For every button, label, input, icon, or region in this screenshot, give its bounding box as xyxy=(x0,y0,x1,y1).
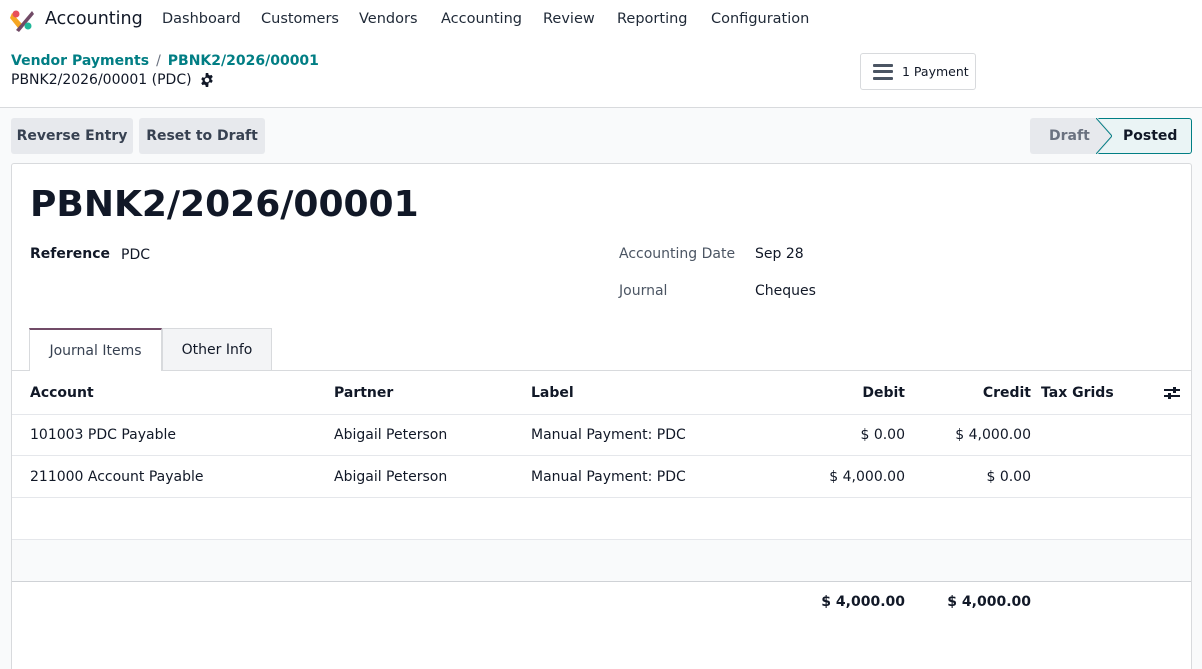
payments-smart-button-label: 1 Payment xyxy=(902,64,969,79)
status-draft[interactable]: Draft xyxy=(1030,118,1106,154)
menu-configuration[interactable]: Configuration xyxy=(711,11,809,27)
payments-smart-button[interactable]: 1 Payment xyxy=(860,53,976,90)
column-header-partner[interactable]: Partner xyxy=(334,385,393,401)
menu-review[interactable]: Review xyxy=(543,11,595,27)
form-sheet: PBNK2/2026/00001 Reference PDC Accountin… xyxy=(11,163,1192,669)
cell-debit[interactable]: $ 0.00 xyxy=(805,427,905,443)
menu-customers[interactable]: Customers xyxy=(261,11,339,27)
menu-vendors[interactable]: Vendors xyxy=(359,11,418,27)
header-divider xyxy=(12,414,1191,415)
accounting-date-field[interactable]: Sep 28 xyxy=(755,246,804,262)
accounting-app-icon[interactable] xyxy=(10,8,34,32)
column-settings-icon[interactable] xyxy=(1164,386,1180,400)
menu-reporting[interactable]: Reporting xyxy=(617,11,688,27)
cell-account[interactable]: 211000 Account Payable xyxy=(30,469,204,485)
total-debit: $ 4,000.00 xyxy=(821,594,905,610)
reverse-entry-button[interactable]: Reverse Entry xyxy=(11,118,133,154)
breadcrumb: Vendor Payments / PBNK2/2026/00001 xyxy=(11,53,319,69)
cell-partner[interactable]: Abigail Peterson xyxy=(334,427,447,443)
totals-divider xyxy=(12,581,1191,582)
journal-field[interactable]: Cheques xyxy=(755,283,816,299)
empty-row xyxy=(12,540,1191,581)
breadcrumb-vendor-payments[interactable]: Vendor Payments xyxy=(11,53,149,69)
reference-field[interactable]: PDC xyxy=(121,247,150,263)
breadcrumb-current-record[interactable]: PBNK2/2026/00001 xyxy=(168,53,319,69)
tab-other-info[interactable]: Other Info xyxy=(162,328,272,370)
cell-label[interactable]: Manual Payment: PDC xyxy=(531,427,686,443)
cell-credit[interactable]: $ 4,000.00 xyxy=(930,427,1031,443)
column-header-label[interactable]: Label xyxy=(531,385,574,401)
cell-label[interactable]: Manual Payment: PDC xyxy=(531,469,686,485)
app-name[interactable]: Accounting xyxy=(45,9,143,29)
cell-debit[interactable]: $ 4,000.00 xyxy=(805,469,905,485)
list-icon xyxy=(873,63,893,80)
tabs-divider xyxy=(12,370,1191,371)
total-credit: $ 4,000.00 xyxy=(947,594,1031,610)
column-header-account[interactable]: Account xyxy=(30,385,94,401)
column-header-tax-grids[interactable]: Tax Grids xyxy=(1041,385,1114,401)
entry-title: PBNK2/2026/00001 xyxy=(30,184,419,225)
column-header-debit[interactable]: Debit xyxy=(805,385,905,401)
row-divider xyxy=(12,497,1191,498)
column-header-credit[interactable]: Credit xyxy=(930,385,1031,401)
journal-label: Journal xyxy=(619,283,668,299)
record-display-name: PBNK2/2026/00001 (PDC) xyxy=(11,72,192,88)
status-arrow xyxy=(1096,118,1112,154)
row-divider xyxy=(12,455,1191,456)
gear-icon[interactable] xyxy=(200,73,214,87)
accounting-date-label: Accounting Date xyxy=(619,246,736,262)
menu-accounting[interactable]: Accounting xyxy=(441,11,522,27)
breadcrumb-separator: / xyxy=(156,53,161,69)
cell-partner[interactable]: Abigail Peterson xyxy=(334,469,447,485)
reset-to-draft-button[interactable]: Reset to Draft xyxy=(139,118,265,154)
top-navbar: Accounting Dashboard Customers Vendors A… xyxy=(0,0,1202,40)
menu-dashboard[interactable]: Dashboard xyxy=(162,11,241,27)
tab-journal-items[interactable]: Journal Items xyxy=(29,328,162,371)
reference-label: Reference xyxy=(30,246,111,262)
cell-credit[interactable]: $ 0.00 xyxy=(930,469,1031,485)
control-panel: Vendor Payments / PBNK2/2026/00001 PBNK2/2… xyxy=(0,40,1202,108)
cell-account[interactable]: 101003 PDC Payable xyxy=(30,427,176,443)
record-name-line: PBNK2/2026/00001 (PDC) xyxy=(11,72,214,88)
